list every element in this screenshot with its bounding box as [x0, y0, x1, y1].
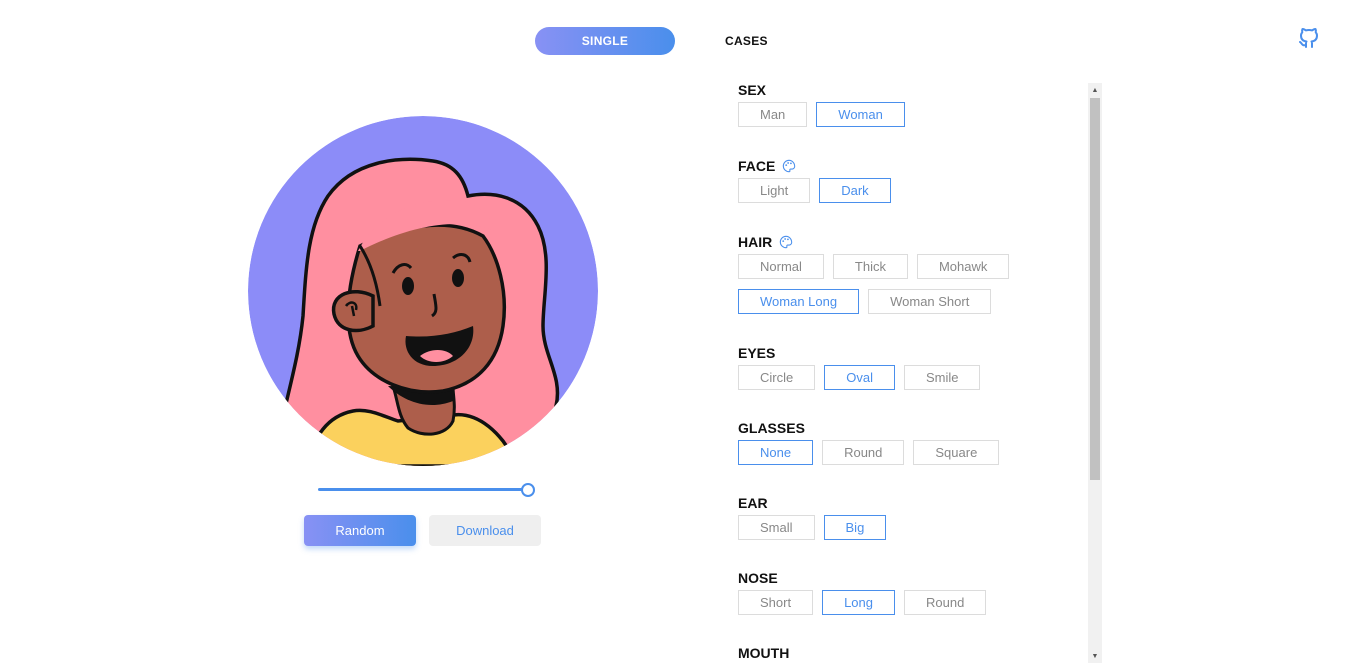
section-title-label: SEX [738, 82, 767, 98]
size-slider[interactable] [318, 483, 535, 497]
section-title: NOSE [738, 568, 1083, 588]
option-smile-button[interactable]: Smile [903, 365, 981, 390]
mode-tabs: SINGLE CASES [535, 27, 768, 55]
random-button[interactable]: Random [304, 515, 416, 546]
section-title: EAR [738, 493, 1083, 513]
option-light-button[interactable]: Light [738, 178, 811, 203]
tab-cases[interactable]: CASES [725, 34, 768, 48]
section-title-label: NOSE [738, 570, 778, 586]
option-section-face: FACE Light Dark [738, 156, 1083, 213]
option-list: Small Big [738, 515, 1083, 550]
option-section-ear: EAR Small Big [738, 493, 1083, 550]
option-section-eyes: EYES Circle Oval Smile [738, 343, 1083, 400]
option-dark-button[interactable]: Dark [819, 178, 891, 203]
section-title-label: EAR [738, 495, 768, 511]
download-button[interactable]: Download [429, 515, 541, 546]
avatar-preview [248, 116, 598, 466]
option-woman-short-button[interactable]: Woman Short [868, 289, 992, 314]
option-circle-button[interactable]: Circle [738, 365, 816, 390]
section-title: HAIR [738, 232, 1083, 252]
option-small-button[interactable]: Small [738, 515, 815, 540]
options-panel: SEX Man Woman FACE Light Dark HAIR Normal Thick M… [738, 80, 1083, 663]
option-section-mouth: MOUTH [738, 643, 1083, 663]
color-palette-icon[interactable] [782, 159, 796, 173]
option-thick-button[interactable]: Thick [832, 254, 908, 279]
section-title: SEX [738, 80, 1083, 100]
option-list: Man Woman [738, 102, 1083, 137]
slider-handle[interactable] [521, 483, 535, 497]
option-normal-button[interactable]: Normal [738, 254, 824, 279]
option-round-button[interactable]: Round [822, 440, 905, 465]
option-mohawk-button[interactable]: Mohawk [916, 254, 1010, 279]
option-woman-long-button[interactable]: Woman Long [738, 289, 860, 314]
section-title: GLASSES [738, 418, 1083, 438]
tab-single[interactable]: SINGLE [535, 27, 675, 55]
section-title-label: HAIR [738, 234, 773, 250]
option-section-nose: NOSE Short Long Round [738, 568, 1083, 625]
github-icon[interactable] [1297, 26, 1321, 50]
scroll-thumb[interactable] [1090, 98, 1100, 480]
section-title: FACE [738, 156, 1083, 176]
section-title-label: EYES [738, 345, 776, 361]
option-long-button[interactable]: Long [822, 590, 895, 615]
scroll-down-arrow-icon[interactable]: ▼ [1088, 649, 1102, 663]
scroll-up-arrow-icon[interactable]: ▲ [1088, 83, 1102, 97]
option-list: Normal Thick Mohawk Woman Long Woman Short [738, 254, 1083, 324]
color-palette-icon[interactable] [779, 235, 793, 249]
option-list: Circle Oval Smile [738, 365, 1083, 400]
option-list: None Round Square [738, 440, 1083, 475]
option-woman-button[interactable]: Woman [816, 102, 905, 127]
option-section-hair: HAIR Normal Thick Mohawk Woman Long Woman Sho… [738, 232, 1083, 324]
option-round-button[interactable]: Round [904, 590, 987, 615]
option-oval-button[interactable]: Oval [824, 365, 895, 390]
option-section-sex: SEX Man Woman [738, 80, 1083, 137]
option-list: Short Long Round [738, 590, 1083, 625]
option-square-button[interactable]: Square [913, 440, 1000, 465]
option-list: Light Dark [738, 178, 1083, 213]
section-title-label: FACE [738, 158, 776, 174]
slider-track [318, 488, 528, 491]
section-title: EYES [738, 343, 1083, 363]
option-none-button[interactable]: None [738, 440, 814, 465]
options-scrollbar[interactable]: ▲ ▼ [1088, 83, 1102, 663]
option-man-button[interactable]: Man [738, 102, 808, 127]
option-section-glasses: GLASSES None Round Square [738, 418, 1083, 475]
section-title-label: MOUTH [738, 645, 790, 661]
option-short-button[interactable]: Short [738, 590, 814, 615]
section-title: MOUTH [738, 643, 1083, 663]
section-title-label: GLASSES [738, 420, 805, 436]
option-big-button[interactable]: Big [823, 515, 887, 540]
